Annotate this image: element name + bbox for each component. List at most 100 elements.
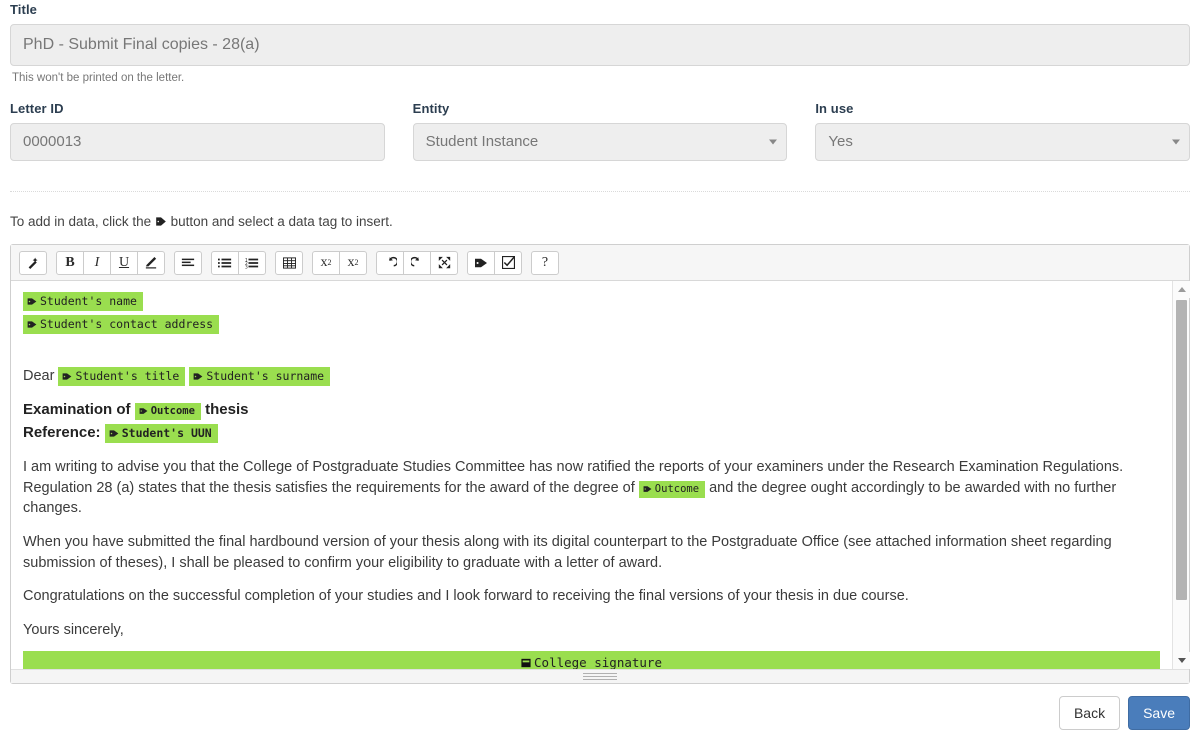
data-tag-label: Outcome: [151, 405, 195, 417]
redo-icon: [411, 256, 424, 269]
meta-fields-row: Letter ID 0000013 Entity Student Instanc…: [10, 101, 1190, 161]
letter-paragraph-3: Congratulations on the successful comple…: [23, 586, 1160, 607]
data-tag[interactable]: Student's name: [23, 292, 143, 311]
in-use-field-group: In use Yes: [815, 101, 1190, 161]
data-tag[interactable]: Student's title: [58, 367, 185, 386]
chevron-down-icon: [1172, 140, 1180, 145]
title-hint: This won't be printed on the letter.: [12, 71, 1190, 85]
data-tag[interactable]: Outcome: [639, 481, 705, 498]
letter-signoff: Yours sincerely,: [23, 620, 1160, 641]
letter-salutation: Dear Student's title Student's surname: [23, 366, 1160, 387]
redo-button[interactable]: [403, 251, 431, 275]
underline-button[interactable]: U: [110, 251, 138, 275]
eraser-icon: [144, 257, 158, 269]
source-magic-icon[interactable]: [19, 251, 47, 275]
insert-data-note-before: To add in data, click the: [10, 214, 151, 229]
rich-text-editor: B I U: [10, 244, 1190, 684]
signature-data-tag[interactable]: College signature: [23, 651, 1160, 669]
editor-content[interactable]: Student's name Student's contact address…: [11, 281, 1172, 669]
numbered-list-icon: 1 2 3: [245, 257, 259, 269]
toolbar-group-data: [467, 251, 522, 275]
scrollbar-thumb[interactable]: [1176, 300, 1187, 600]
entity-select[interactable]: Student Instance: [413, 123, 788, 161]
title-field-group: Title PhD - Submit Final copies - 28(a) …: [10, 0, 1190, 85]
editor-toolbar: B I U: [11, 245, 1189, 281]
letter-id-field-group: Letter ID 0000013: [10, 101, 385, 161]
data-tag[interactable]: Outcome: [135, 403, 201, 420]
chevron-down-icon: [769, 140, 777, 145]
magic-wand-icon: [27, 256, 40, 269]
letter-address-line-2: Student's contact address: [23, 314, 1160, 335]
resize-grip-icon[interactable]: [583, 673, 617, 680]
entity-label: Entity: [413, 101, 788, 117]
editor-body-wrap: Student's name Student's contact address…: [11, 281, 1189, 669]
checkbox-button[interactable]: [494, 251, 522, 275]
toolbar-group-table: [275, 251, 303, 275]
toolbar-group-script: x2 x2: [312, 251, 367, 275]
toolbar-group-format: B I U: [56, 251, 165, 275]
toolbar-group-history: [376, 251, 458, 275]
in-use-select[interactable]: Yes: [815, 123, 1190, 161]
form-actions: Back Save: [1059, 696, 1190, 730]
letter-id-label: Letter ID: [10, 101, 385, 117]
back-button[interactable]: Back: [1059, 696, 1120, 730]
checkbox-icon: [502, 256, 515, 269]
align-left-icon: [181, 257, 195, 269]
tag-icon: [139, 407, 148, 415]
italic-button[interactable]: I: [83, 251, 111, 275]
maximize-button[interactable]: [430, 251, 458, 275]
entity-field-group: Entity Student Instance: [413, 101, 788, 161]
insert-data-note-after: button and select a data tag to insert.: [171, 214, 393, 229]
letter-paragraph-1: I am writing to advise you that the Coll…: [23, 457, 1160, 519]
letter-template-editor-page: Title PhD - Submit Final copies - 28(a) …: [0, 0, 1200, 742]
signature-tag-label: College signature: [534, 655, 662, 669]
tag-icon: [62, 372, 72, 381]
save-button[interactable]: Save: [1128, 696, 1190, 730]
align-button[interactable]: [174, 251, 202, 275]
insert-data-note: To add in data, click the button and sel…: [10, 214, 1190, 230]
letter-spacer: [23, 336, 1160, 366]
tag-icon: [27, 320, 37, 329]
bold-button[interactable]: B: [56, 251, 84, 275]
bulleted-list-button[interactable]: [211, 251, 239, 275]
letter-reference-label: Reference:: [23, 424, 101, 441]
tag-icon: [155, 216, 167, 227]
toolbar-group-help: ?: [531, 251, 559, 275]
data-tag-label: Student's title: [75, 369, 179, 383]
table-button[interactable]: [275, 251, 303, 275]
scroll-up-arrow[interactable]: [1173, 281, 1190, 298]
title-label: Title: [10, 2, 1190, 18]
tag-icon: [109, 429, 119, 438]
help-button[interactable]: ?: [531, 251, 559, 275]
image-icon: [521, 658, 531, 668]
toolbar-group-align: [174, 251, 202, 275]
insert-data-tag-button[interactable]: [467, 251, 495, 275]
editor-resize-bar[interactable]: [11, 669, 1189, 683]
letter-reference: Reference: Student's UUN: [23, 422, 1160, 443]
section-divider: [10, 191, 1190, 192]
data-tag[interactable]: Student's contact address: [23, 315, 219, 334]
data-tag-label: Student's surname: [206, 369, 324, 383]
toolbar-group-source: [19, 251, 47, 275]
data-tag[interactable]: Student's UUN: [105, 424, 218, 443]
scroll-down-arrow[interactable]: [1173, 652, 1190, 669]
subscript-button[interactable]: x2: [312, 251, 340, 275]
editor-scrollbar[interactable]: [1172, 281, 1189, 669]
letter-address-line-1: Student's name: [23, 291, 1160, 312]
svg-text:3: 3: [245, 264, 248, 269]
data-tag-label: Outcome: [655, 483, 699, 495]
toolbar-group-lists: 1 2 3: [211, 251, 266, 275]
data-tag[interactable]: Student's surname: [189, 367, 330, 386]
table-icon: [283, 257, 296, 269]
maximize-icon: [438, 256, 451, 269]
data-tag-label: Student's UUN: [122, 426, 212, 440]
letter-id-input[interactable]: 0000013: [10, 123, 385, 161]
title-input[interactable]: PhD - Submit Final copies - 28(a): [10, 24, 1190, 66]
remove-format-button[interactable]: [137, 251, 165, 275]
tag-icon: [643, 485, 652, 493]
superscript-button[interactable]: x2: [339, 251, 367, 275]
salutation-word: Dear: [23, 368, 54, 384]
undo-button[interactable]: [376, 251, 404, 275]
data-tag-label: Student's contact address: [40, 317, 213, 331]
numbered-list-button[interactable]: 1 2 3: [238, 251, 266, 275]
